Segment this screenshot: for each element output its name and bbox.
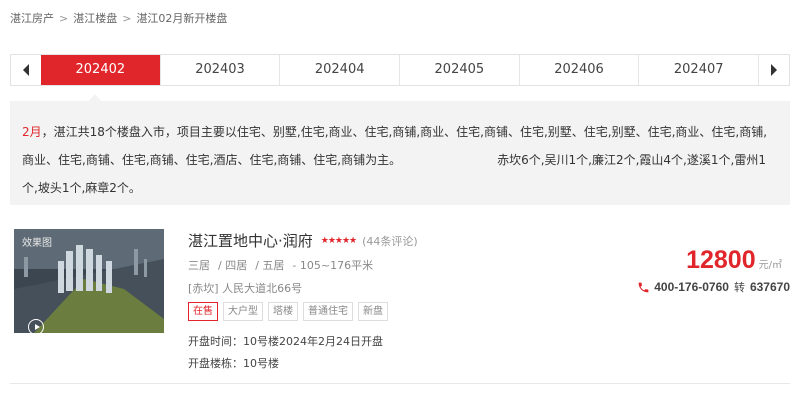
room-type: / 四居 xyxy=(218,259,248,272)
phone-transfer-label: 转 xyxy=(733,281,745,294)
tabs-prev-button[interactable] xyxy=(11,55,41,85)
breadcrumb-separator: > xyxy=(122,12,132,25)
breadcrumb-item-current[interactable]: 湛江02月新开楼盘 xyxy=(136,12,227,25)
room-type: / 五居 xyxy=(255,259,285,272)
active-tab-pointer xyxy=(89,94,101,101)
phone-icon xyxy=(638,282,649,292)
rating-stars-icon: ★★★★★ xyxy=(320,235,357,246)
tab-month-202405[interactable]: 202405 xyxy=(399,55,519,85)
play-icon[interactable] xyxy=(28,319,44,333)
phone-contact[interactable]: 400-176-0760 转 637670 xyxy=(637,279,790,295)
chevron-left-icon xyxy=(23,64,29,76)
price: 12800 元/㎡ xyxy=(686,246,782,275)
breadcrumb: 湛江房产 > 湛江楼盘 > 湛江02月新开楼盘 xyxy=(10,10,227,26)
opening-buildings: 开盘楼栋：10号楼 xyxy=(188,357,279,370)
tag: 普通住宅 xyxy=(303,302,353,321)
opening-time: 开盘时间：10号楼2024年2月24日开盘 xyxy=(188,335,383,348)
project-address: [赤坎] 人民大道北66号 xyxy=(188,282,303,295)
summary-month: 2月 xyxy=(22,125,42,139)
thumbnail-label: 效果图 xyxy=(22,238,52,249)
area-range: - 105~176平米 xyxy=(292,259,374,272)
tab-month-202403[interactable]: 202403 xyxy=(159,55,280,85)
room-types: 三居 / 四居 / 五居 - 105~176平米 xyxy=(188,257,373,273)
tag: 大户型 xyxy=(223,302,263,321)
tag-status: 在售 xyxy=(188,302,218,321)
tag: 新盘 xyxy=(358,302,388,321)
chevron-right-icon xyxy=(771,64,777,76)
tab-month-202407[interactable]: 202407 xyxy=(638,55,760,85)
room-type: 三居 xyxy=(188,259,210,272)
month-tabs: 202402 202403 202404 202405 202406 20240… xyxy=(10,54,790,86)
project-title[interactable]: 湛江置地中心·润府 xyxy=(188,230,313,251)
tag-list: 在售 大户型 塔楼 普通住宅 新盘 xyxy=(188,302,393,321)
breadcrumb-item-home[interactable]: 湛江房产 xyxy=(10,12,54,25)
breadcrumb-item-projects[interactable]: 湛江楼盘 xyxy=(73,12,117,25)
price-value: 12800 xyxy=(686,246,756,274)
tab-month-202406[interactable]: 202406 xyxy=(518,55,639,85)
listing-card: 效果图 湛江置地中心·润府 ★★★★★ (44条评论) 三居 / 四居 / 五居 - … xyxy=(10,218,790,384)
review-count[interactable]: (44条评论) xyxy=(362,233,418,249)
tab-month-202402[interactable]: 202402 xyxy=(41,55,160,85)
tag: 塔楼 xyxy=(268,302,298,321)
breadcrumb-separator: > xyxy=(59,12,69,25)
phone-number: 400-176-0760 xyxy=(654,280,729,294)
price-unit: 元/㎡ xyxy=(758,260,782,271)
project-thumbnail[interactable]: 效果图 xyxy=(14,229,164,333)
phone-extension: 637670 xyxy=(749,280,790,294)
tab-month-202404[interactable]: 202404 xyxy=(279,55,399,85)
month-summary: 2月，湛江共18个楼盘入市，项目主要以住宅、别墅,住宅,商业、住宅,商铺,商业、… xyxy=(10,101,790,205)
tabs-next-button[interactable] xyxy=(759,55,789,85)
